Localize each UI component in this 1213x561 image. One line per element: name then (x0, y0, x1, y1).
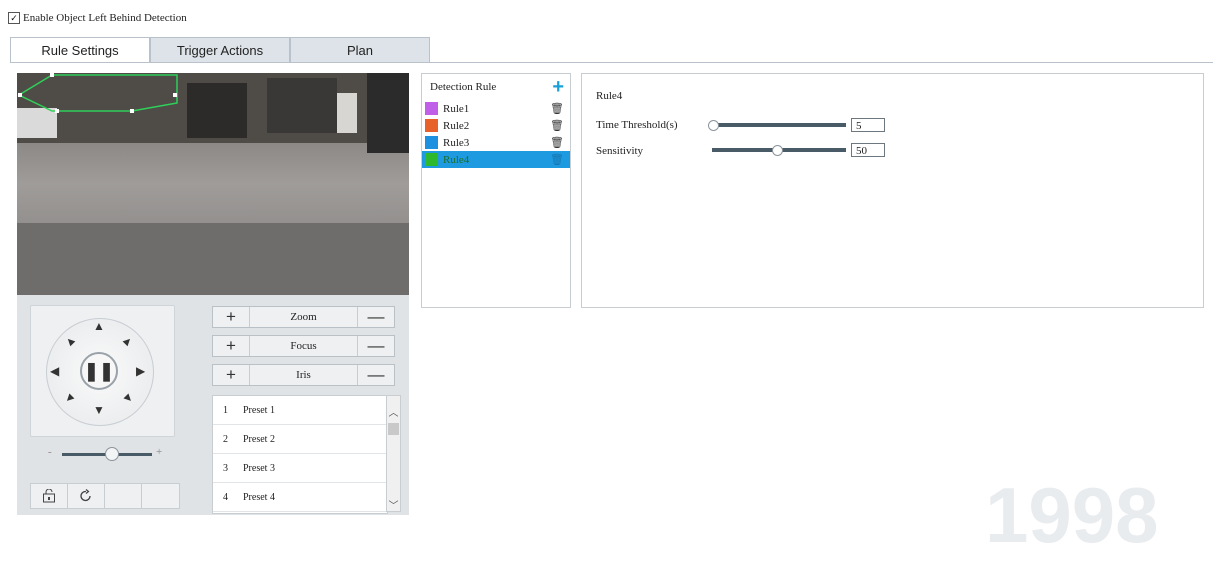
ptz-bottom-toolbar (30, 483, 180, 509)
ptz-left-icon[interactable]: ◀ (50, 365, 59, 377)
preset-name: Preset 2 (243, 433, 275, 445)
tab-plan[interactable]: Plan (290, 37, 430, 63)
preset-number: 1 (223, 404, 228, 416)
tab-divider (10, 62, 1213, 63)
preset-item[interactable]: 1 Preset 1 (213, 396, 387, 425)
rule-label: Rule1 (443, 102, 470, 115)
rule-color-swatch (425, 102, 438, 115)
preset-name: Preset 3 (243, 462, 275, 474)
rule-item-selected[interactable]: Rule4 🗑 (422, 151, 570, 168)
iris-open-button[interactable]: + (213, 365, 249, 385)
iris-label: Iris (249, 365, 358, 385)
preset-name: Preset 4 (243, 491, 275, 503)
toolbar-slot-3[interactable] (105, 484, 142, 508)
rule-color-swatch (425, 153, 438, 166)
preset-name: Preset 1 (243, 404, 275, 416)
rule-color-swatch (425, 136, 438, 149)
focus-near-button[interactable]: + (213, 336, 249, 356)
sensitivity-knob[interactable] (772, 145, 783, 156)
rule-item[interactable]: Rule2 🗑 (422, 117, 570, 134)
rule-item[interactable]: Rule3 🗑 (422, 134, 570, 151)
detection-rule-list: Detection Rule + Rule1 🗑 Rule2 🗑 Rule3 🗑… (421, 73, 571, 308)
ptz-pause-button[interactable]: ❚❚ (80, 352, 118, 390)
preset-number: 3 (223, 462, 228, 474)
watermark-text: 1998 (985, 471, 1159, 559)
rule-settings-title: Rule4 (596, 90, 623, 102)
live-video-view[interactable] (17, 73, 409, 295)
trash-icon[interactable]: 🗑 (550, 102, 564, 115)
detection-rule-title: Detection Rule (430, 81, 497, 93)
toolbar-slot-4[interactable] (142, 484, 178, 508)
tab-rule-settings[interactable]: Rule Settings (10, 37, 150, 63)
focus-far-button[interactable]: — (358, 336, 394, 356)
zoom-out-button[interactable]: — (358, 307, 394, 327)
preset-item[interactable]: 2 Preset 2 (213, 425, 387, 454)
enable-detection-row[interactable]: ✓ Enable Object Left Behind Detection (8, 12, 187, 24)
rule-item[interactable]: Rule1 🗑 (422, 100, 570, 117)
ptz-speed-knob[interactable] (105, 447, 119, 461)
iris-control: + Iris — (212, 364, 395, 386)
rule-color-swatch (425, 119, 438, 132)
sensitivity-label: Sensitivity (596, 145, 644, 157)
preset-item[interactable]: 4 Preset 4 (213, 483, 387, 512)
preset-number: 4 (223, 491, 228, 503)
detection-rule-header: Detection Rule + (422, 74, 570, 100)
preset-scrollbar[interactable]: ︿ ﹀ (386, 395, 401, 512)
scroll-up-icon[interactable]: ︿ (387, 404, 400, 419)
trash-icon[interactable]: 🗑 (550, 119, 564, 132)
time-threshold-input[interactable]: 5 (851, 118, 885, 132)
rule-settings-panel (581, 73, 1204, 308)
tab-bar: Rule Settings Trigger Actions Plan (10, 37, 430, 63)
time-threshold-knob[interactable] (708, 120, 719, 131)
enable-detection-checkbox[interactable]: ✓ (8, 12, 20, 24)
zoom-label: Zoom (249, 307, 358, 327)
enable-detection-label: Enable Object Left Behind Detection (23, 12, 187, 24)
time-threshold-slider[interactable] (712, 123, 846, 127)
tab-trigger-actions[interactable]: Trigger Actions (150, 37, 290, 63)
rule-label: Rule2 (443, 119, 470, 132)
preset-number: 2 (223, 433, 228, 445)
scroll-thumb[interactable] (388, 423, 399, 435)
sensitivity-input[interactable]: 50 (851, 143, 885, 157)
trash-icon[interactable]: 🗑 (550, 153, 564, 166)
iris-close-button[interactable]: — (358, 365, 394, 385)
scroll-down-icon[interactable]: ﹀ (387, 497, 400, 512)
zoom-control: + Zoom — (212, 306, 395, 328)
speed-minus-label: - (48, 446, 52, 458)
speed-plus-label: + (156, 446, 163, 458)
preset-list: 1 Preset 1 2 Preset 2 3 Preset 3 4 Prese… (212, 395, 388, 514)
focus-label: Focus (249, 336, 358, 356)
trash-icon[interactable]: 🗑 (550, 136, 564, 149)
rule-label: Rule3 (443, 136, 470, 149)
zoom-in-button[interactable]: + (213, 307, 249, 327)
rule-label: Rule4 (443, 153, 470, 166)
time-threshold-label: Time Threshold(s) (596, 119, 678, 131)
lock-icon[interactable] (31, 484, 68, 508)
ptz-right-icon[interactable]: ▶ (136, 365, 145, 377)
ptz-up-icon[interactable]: ▲ (93, 320, 105, 332)
plus-icon[interactable]: + (552, 77, 564, 97)
focus-control: + Focus — (212, 335, 395, 357)
auto-scan-icon[interactable] (68, 484, 105, 508)
ptz-down-icon[interactable]: ▼ (93, 404, 105, 416)
preset-item[interactable]: 3 Preset 3 (213, 454, 387, 483)
